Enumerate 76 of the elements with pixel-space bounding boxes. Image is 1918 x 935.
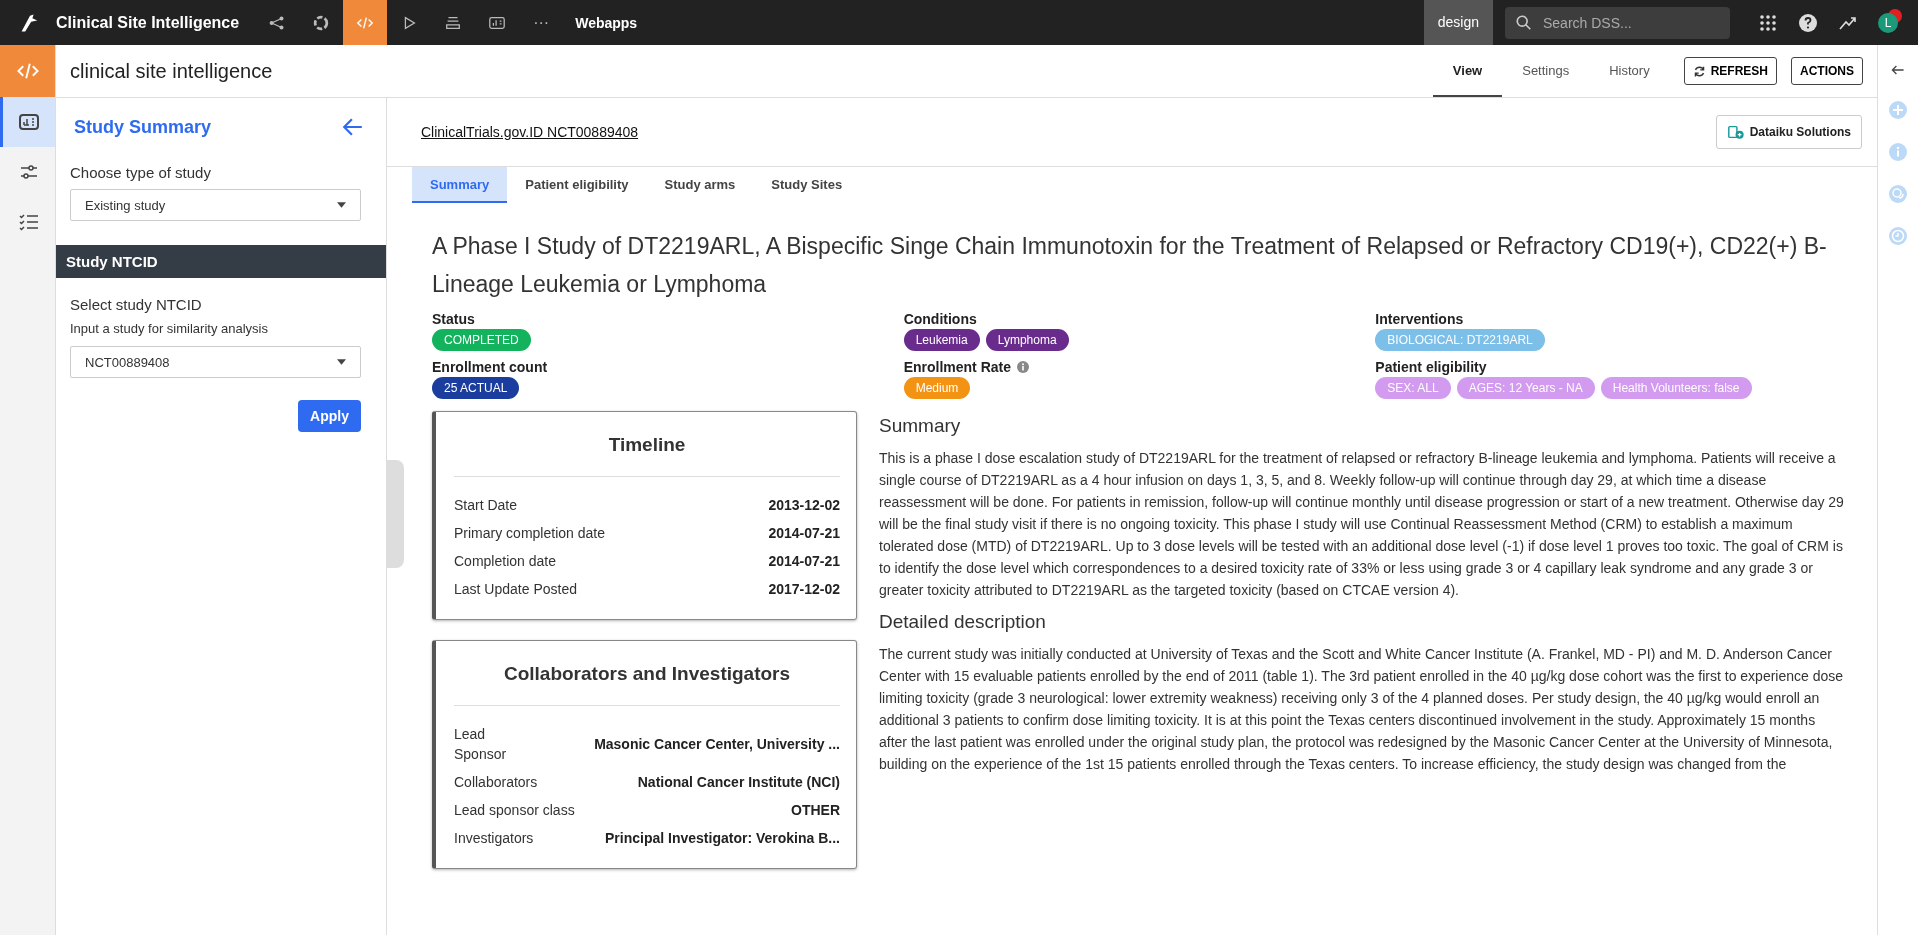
field-label: Status xyxy=(432,311,475,327)
row-value: OTHER xyxy=(791,801,840,820)
row-label: Collaborators xyxy=(454,773,538,792)
collapse-handle[interactable] xyxy=(387,460,404,568)
section-label[interactable]: Webapps xyxy=(575,14,638,31)
info-icon[interactable] xyxy=(1017,361,1029,373)
panel-title: Study Summary xyxy=(74,116,212,138)
apps-grid-icon[interactable] xyxy=(1758,12,1778,33)
tag: Health Volunteers: false xyxy=(1600,377,1752,399)
view-tab[interactable]: History xyxy=(1589,45,1670,97)
section-heading: Detailed description xyxy=(879,611,1047,633)
row-label: Start Date xyxy=(454,496,519,515)
apply-button[interactable]: Apply xyxy=(298,400,361,432)
back-arrow-icon[interactable] xyxy=(342,116,364,138)
tag: BIOLOGICAL: DT2219ARL xyxy=(1375,329,1545,351)
more-menu[interactable]: ··· xyxy=(519,13,564,32)
solutions-icon xyxy=(1726,123,1745,141)
row-label: Primary completion date xyxy=(454,524,605,543)
card-title: Timeline xyxy=(607,434,687,456)
field-label: Enrollment Rate xyxy=(903,359,1011,375)
search-icon xyxy=(1515,13,1533,32)
dashboard-icon[interactable] xyxy=(0,97,55,147)
search-field[interactable]: Search DSS... xyxy=(1505,6,1730,39)
row-value: Principal Investigator: Verokina B... xyxy=(605,829,840,848)
solutions-button[interactable]: Dataiku Solutions xyxy=(1715,115,1862,149)
tag: Leukemia xyxy=(903,329,980,351)
section-paragraph: The current study was initially conducted at University of Texas and the Scott and White Cancer Institute (A. Frankel, MD - PI) and M. D. Anderson Cancer Center with 15 evaluable patients enrolled by the end of 2011 (table 1). The 3rd patient enrolled in the 40 µg/kg dose cohort was the first to experience dose limiting toxicity (grade 3 neurological: lower extremity weakness) receiving only 3 of the 4 planned doses. Per study design, the 40 µg/kg would enroll an additional 3 patients to confirm dose limiting toxicity. It is at this point the Texas centers discontinued involvement in the study. Approximately 15 months after the last patient was enrolled under the original study plan, the protocol was redesigned by the Masonic Cancer Center at the University of Minnesota, building on the experience of the 1st 15 patients enrolled through the Texas centers. To increase efficiency, the study design was changed from the xyxy=(879,645,1845,774)
field-label: Choose type of study xyxy=(70,164,212,181)
section-paragraph: This is a phase I dose escalation study of DT2219ARL for the treatment of relapsed or refractory B-lineage leukemia and lymphoma. Patients will receive a single course of DT2219ARL as a 4 hour infusion on days 1, 3, 5, and 8. Weekly follow-up will continue through day 29, at which time a disease reassessment will be done. For patients in remission, follow-up will continue monthly until disease progression or start of a new treatment. Otherwise day 29 will be the final study visit if there is no ongoing toxicity. This phase I study will use Continual Reassessment Method (CRM) to establish a maximum tolerated dose (MTD) of DT2219ARL. Up to 3 dose levels will be tested with an additional dose level (-1) if dose level 1 proves too toxic. The goal of CRM is to identify the dose level which correspondences to a desired toxicity rate of 33% or less using grade 3 or 4 capillary leak syndrome and any grade 3 or greater toxicity attributed to DT2219ARL as the targeted toxicity (based on CTCAE version 4). xyxy=(879,449,1845,600)
help-icon[interactable] xyxy=(1798,12,1818,33)
row-value: 2017-12-02 xyxy=(768,580,840,599)
tag: Lymphoma xyxy=(985,329,1069,351)
row-label: Lead sponsor class xyxy=(454,801,575,820)
field-hint: Input a study for similarity analysis xyxy=(70,321,269,336)
tag: AGES: 12 Years - NA xyxy=(1456,377,1595,399)
refresh-icon xyxy=(1692,64,1706,78)
row-label: Last Update Posted xyxy=(454,580,577,599)
field-label: Select study NTCID xyxy=(70,296,203,313)
field-label: Patient eligibility xyxy=(1375,359,1487,375)
tag: COMPLETED xyxy=(432,329,531,351)
section-header: Study NTCID xyxy=(56,245,386,278)
tag: Medium xyxy=(903,377,971,399)
tag: SEX: ALL xyxy=(1375,377,1451,399)
field-label: Enrollment count xyxy=(432,359,548,375)
content-tab[interactable]: Study arms xyxy=(646,167,754,203)
caret-icon xyxy=(337,359,346,365)
card-title: Collaborators and Investigators xyxy=(502,663,792,685)
code-icon[interactable] xyxy=(343,0,388,45)
study-type-dropdown[interactable]: Existing study xyxy=(70,189,361,221)
trial-link[interactable]: ClinicalTrials.gov.ID NCT00889408 xyxy=(421,124,639,140)
content-tab[interactable]: Patient eligibility xyxy=(507,167,647,203)
actions-button[interactable]: ACTIONS xyxy=(1791,57,1863,85)
row-label: Investigators xyxy=(454,829,534,848)
user-avatar[interactable]: L xyxy=(1878,12,1898,33)
refresh-button[interactable]: REFRESH xyxy=(1683,57,1777,85)
field-label: Interventions xyxy=(1375,311,1464,327)
field-label: Conditions xyxy=(903,311,977,327)
tag: 25 ACTUAL xyxy=(432,377,520,399)
row-value: 2013-12-02 xyxy=(768,496,840,515)
project-title[interactable]: Clinical Site Intelligence xyxy=(56,13,240,32)
study-id-dropdown[interactable]: NCT00889408 xyxy=(70,346,361,378)
content-tab[interactable]: Study Sites xyxy=(753,167,861,203)
caret-icon xyxy=(337,202,346,208)
view-tab[interactable]: Settings xyxy=(1502,45,1590,97)
mode-badge[interactable]: design xyxy=(1423,0,1493,45)
study-title: A Phase I Study of DT2219ARL, A Bispecific Singe Chain Immunotoxin for the Treatment of Relapsed or Refractory CD19(+), CD22(+) B-Lineage Leukemia or Lymphoma xyxy=(432,232,1828,299)
view-tab[interactable]: View xyxy=(1432,45,1503,97)
section-heading: Summary xyxy=(879,415,962,437)
content-tab[interactable]: Summary xyxy=(412,167,508,203)
row-value: National Cancer Institute (NCI) xyxy=(637,773,840,792)
webapp-title: clinical site intelligence xyxy=(70,59,273,83)
row-label: Completion date xyxy=(454,552,556,571)
row-value: 2014-07-21 xyxy=(768,524,840,543)
row-value: Masonic Cancer Center, University ... xyxy=(594,735,840,754)
row-label: Lead Sponsor xyxy=(454,725,508,764)
row-value: 2014-07-21 xyxy=(768,552,840,571)
